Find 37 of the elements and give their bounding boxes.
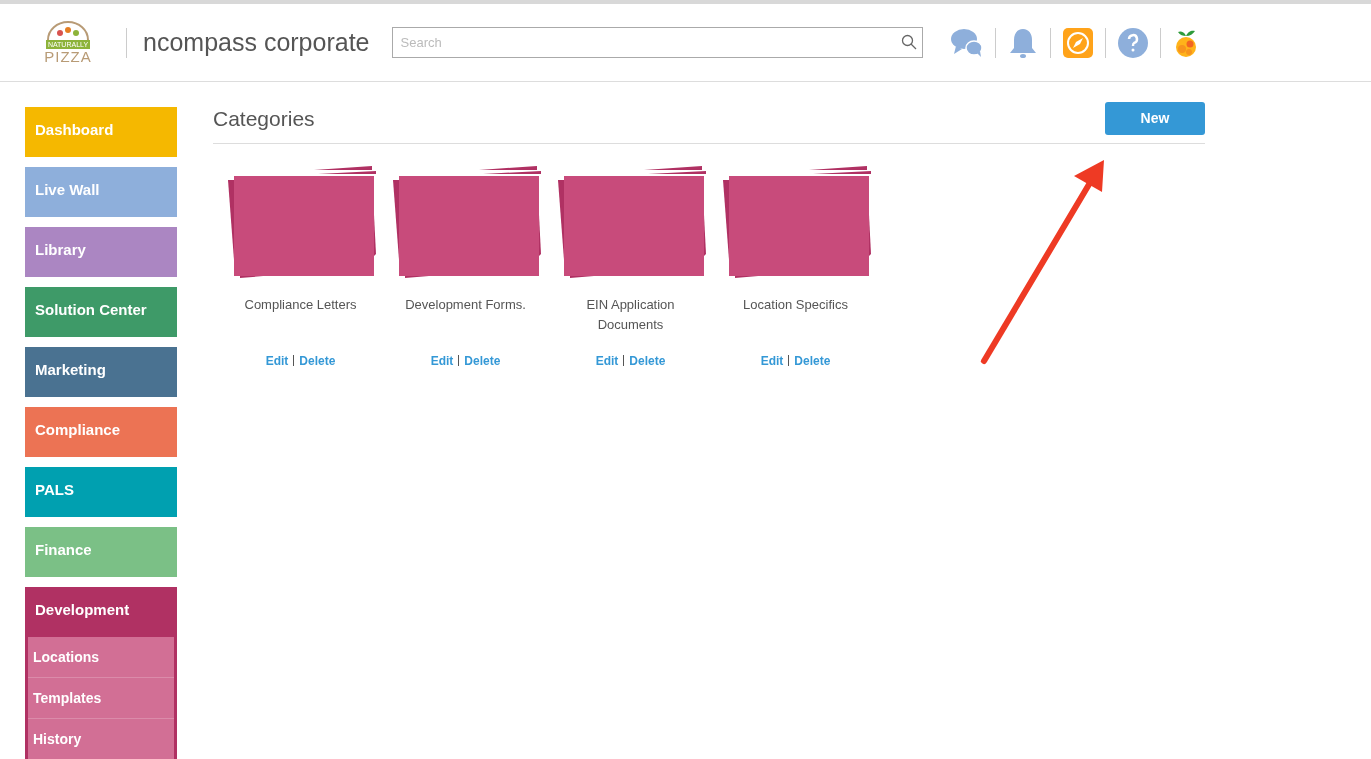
new-button[interactable]: New [1105, 102, 1205, 135]
site-title: ncompass corporate [143, 26, 370, 58]
edit-link[interactable]: Edit [595, 354, 619, 368]
category-name: Location Specifics [742, 296, 849, 314]
delete-link[interactable]: Delete [794, 354, 831, 368]
sidebar-item[interactable]: Solution Center [25, 287, 177, 337]
compass-icon[interactable] [1062, 27, 1093, 58]
delete-link[interactable]: Delete [629, 354, 666, 368]
edit-link[interactable]: Edit [430, 354, 454, 368]
sidebar-item[interactable]: Dashboard [25, 107, 177, 157]
edit-link[interactable]: Edit [265, 354, 289, 368]
submenu-item[interactable]: History [28, 719, 174, 759]
help-icon[interactable] [1117, 27, 1148, 58]
sidebar-item[interactable]: Development [25, 587, 177, 637]
delete-link[interactable]: Delete [464, 354, 501, 368]
delete-link[interactable]: Delete [299, 354, 336, 368]
bell-icon[interactable] [1007, 26, 1038, 59]
chat-bubbles-icon[interactable] [950, 27, 983, 58]
edit-link[interactable]: Edit [760, 354, 784, 368]
search-icon [900, 34, 917, 50]
sidebar-item[interactable]: Marketing [25, 347, 177, 397]
folder-stack-icon[interactable] [390, 166, 541, 281]
search-field[interactable]: Search [391, 27, 923, 58]
category-name: EIN Application Documents [585, 296, 676, 334]
category-name: Compliance Letters [243, 296, 358, 314]
sidebar-item[interactable]: Finance [25, 527, 177, 577]
sidebar-item[interactable]: Compliance [25, 407, 177, 457]
folder-stack-icon[interactable] [225, 166, 376, 281]
sidebar-item[interactable]: Library [25, 227, 177, 277]
category-name: Development Forms. [404, 296, 527, 314]
folder-stack-icon[interactable] [555, 166, 706, 281]
submenu-item[interactable]: Locations [28, 637, 174, 678]
page-heading: Categories [213, 105, 315, 132]
folder-stack-icon[interactable] [720, 166, 871, 281]
sidebar-item[interactable]: PALS [25, 467, 177, 517]
submenu-item[interactable]: Templates [28, 678, 174, 719]
sidebar-item[interactable]: Live Wall [25, 167, 177, 217]
